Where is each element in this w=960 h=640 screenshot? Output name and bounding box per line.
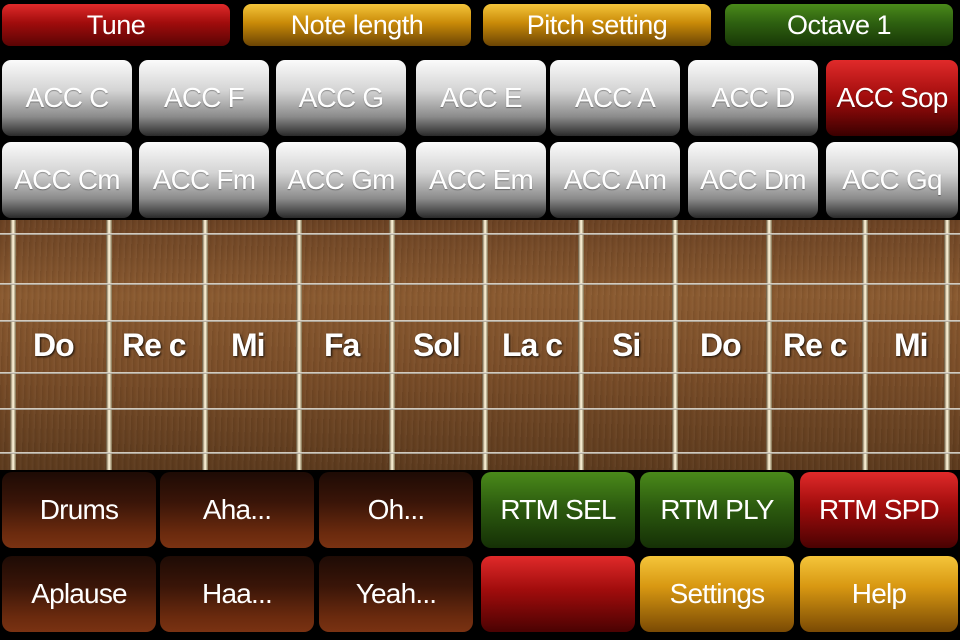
acc-sop-button[interactable]: ACC Sop [826, 60, 958, 136]
guitar-string [0, 233, 960, 235]
guitar-string [0, 372, 960, 374]
oh-button[interactable]: Oh... [319, 472, 473, 548]
acc-em-button[interactable]: ACC Em [416, 142, 546, 218]
drums-button[interactable]: Drums [2, 472, 156, 548]
octave-button[interactable]: Octave 1 [725, 4, 953, 46]
settings-button[interactable]: Settings [640, 556, 794, 632]
fret [106, 220, 112, 470]
note-mi-high[interactable]: Mi [894, 327, 929, 364]
fret [10, 220, 16, 470]
acc-am-button[interactable]: ACC Am [550, 142, 680, 218]
acc-g-button[interactable]: ACC G [276, 60, 406, 136]
guitar-string [0, 408, 960, 410]
note-fa[interactable]: Fa [324, 327, 360, 364]
fret [578, 220, 584, 470]
note-length-button[interactable]: Note length [243, 4, 471, 46]
fret [862, 220, 868, 470]
guitar-string [0, 283, 960, 285]
note-la-c[interactable]: La c [502, 327, 563, 364]
acc-f-button[interactable]: ACC F [139, 60, 269, 136]
help-button[interactable]: Help [800, 556, 958, 632]
note-re-c[interactable]: Re c [122, 327, 187, 364]
aplause-button[interactable]: Aplause [2, 556, 156, 632]
acc-gq-button[interactable]: ACC Gq [826, 142, 958, 218]
acc-cm-button[interactable]: ACC Cm [2, 142, 132, 218]
pitch-setting-button[interactable]: Pitch setting [483, 4, 711, 46]
fret [944, 220, 950, 470]
acc-gm-button[interactable]: ACC Gm [276, 142, 406, 218]
fret [296, 220, 302, 470]
fret [766, 220, 772, 470]
rtm-spd-button[interactable]: RTM SPD [800, 472, 958, 548]
acc-a-button[interactable]: ACC A [550, 60, 680, 136]
acc-c-button[interactable]: ACC C [2, 60, 132, 136]
acc-fm-button[interactable]: ACC Fm [139, 142, 269, 218]
guitar-string [0, 320, 960, 322]
note-sol[interactable]: Sol [413, 327, 461, 364]
note-do-high[interactable]: Do [700, 327, 742, 364]
guitar-string [0, 452, 960, 454]
fret [202, 220, 208, 470]
acc-e-button[interactable]: ACC E [416, 60, 546, 136]
rtm-sel-button[interactable]: RTM SEL [481, 472, 635, 548]
tune-button[interactable]: Tune [2, 4, 230, 46]
fret [672, 220, 678, 470]
fret [389, 220, 395, 470]
fretboard[interactable]: Do Re c Mi Fa Sol La c Si Do Re c Mi [0, 220, 960, 470]
aha-button[interactable]: Aha... [160, 472, 314, 548]
acc-d-button[interactable]: ACC D [688, 60, 818, 136]
record-button[interactable] [481, 556, 635, 632]
note-re-c-high[interactable]: Re c [783, 327, 848, 364]
rtm-ply-button[interactable]: RTM PLY [640, 472, 794, 548]
note-mi[interactable]: Mi [231, 327, 266, 364]
acc-dm-button[interactable]: ACC Dm [688, 142, 818, 218]
haa-button[interactable]: Haa... [160, 556, 314, 632]
fret [482, 220, 488, 470]
note-si[interactable]: Si [612, 327, 641, 364]
note-do[interactable]: Do [33, 327, 75, 364]
yeah-button[interactable]: Yeah... [319, 556, 473, 632]
